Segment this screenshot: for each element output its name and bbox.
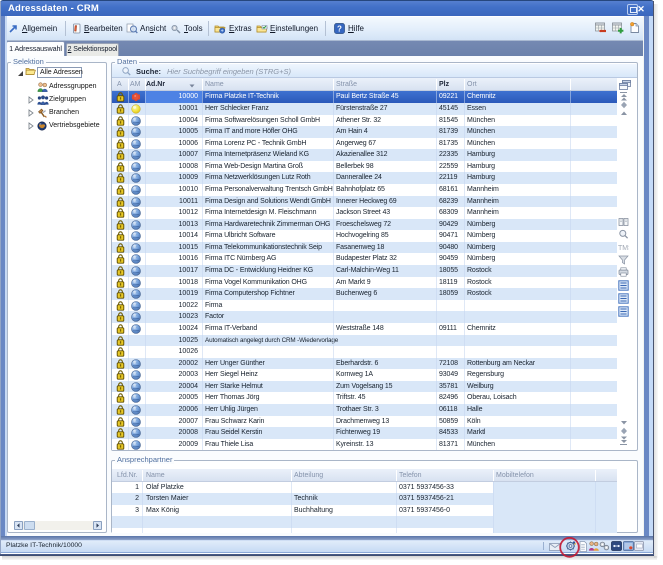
svg-text:?: ?: [337, 24, 342, 33]
svg-text:TMS: TMS: [618, 245, 629, 252]
